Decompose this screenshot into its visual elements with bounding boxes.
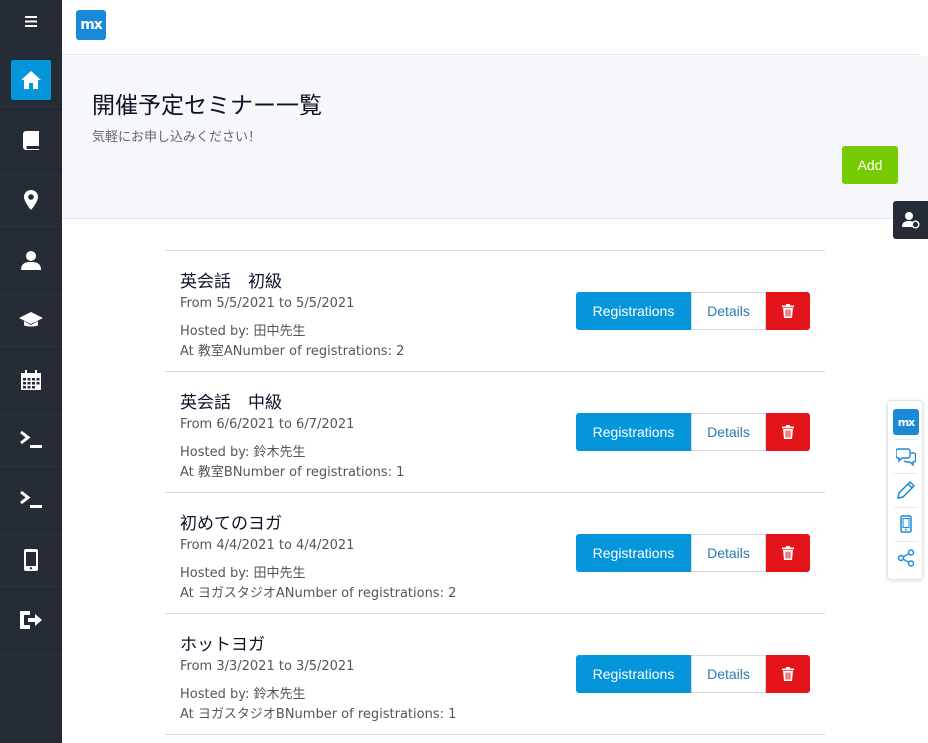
trash-icon xyxy=(782,425,794,439)
sidebar xyxy=(0,0,62,743)
trash-icon xyxy=(782,546,794,560)
top-bar: mx xyxy=(62,0,920,55)
sidebar-item-students[interactable] xyxy=(0,290,62,350)
mendix-logo-button[interactable]: mx xyxy=(893,409,919,435)
chat-bubbles-icon xyxy=(896,448,916,466)
app-logo[interactable]: mx xyxy=(76,10,106,40)
seminar-location: At ヨガスタジオBNumber of registrations: 1 xyxy=(180,707,457,722)
seminar-dates: From 3/3/2021 to 3/5/2021 xyxy=(180,659,355,674)
page-title: 開催予定セミナー一覧 xyxy=(92,93,322,119)
hamburger-icon xyxy=(25,15,37,27)
delete-button[interactable] xyxy=(766,413,810,451)
menu-toggle-button[interactable] xyxy=(0,0,62,42)
share-button[interactable] xyxy=(893,545,919,571)
list-item: ホットヨガ From 3/3/2021 to 3/5/2021 Hosted b… xyxy=(165,613,825,734)
feedback-button[interactable] xyxy=(893,443,919,469)
list-divider xyxy=(165,734,825,735)
trash-icon xyxy=(782,667,794,681)
seminar-dates: From 4/4/2021 to 4/4/2021 xyxy=(180,538,355,553)
user-switch-icon xyxy=(901,212,919,229)
toolbox-divider xyxy=(894,507,918,508)
home-icon xyxy=(21,70,41,89)
seminar-host: Hosted by: 田中先生 xyxy=(180,566,306,581)
sidebar-item-locations[interactable] xyxy=(0,170,62,230)
seminar-dates: From 6/6/2021 to 6/7/2021 xyxy=(180,417,355,432)
registrations-button[interactable]: Registrations xyxy=(576,413,691,451)
list-item: 初めてのヨガ From 4/4/2021 to 4/4/2021 Hosted … xyxy=(165,492,825,613)
mobile-icon xyxy=(900,515,912,533)
sidebar-item-seminars[interactable] xyxy=(0,110,62,170)
map-pin-icon xyxy=(24,189,38,210)
trash-icon xyxy=(782,304,794,318)
seminar-host: Hosted by: 鈴木先生 xyxy=(180,687,306,702)
seminar-host: Hosted by: 田中先生 xyxy=(180,324,306,339)
seminar-title: 初めてのヨガ xyxy=(180,514,282,534)
terminal-icon xyxy=(20,430,42,448)
seminar-location: At ヨガスタジオANumber of registrations: 2 xyxy=(180,586,457,601)
sidebar-item-logout[interactable] xyxy=(0,590,62,650)
edit-button[interactable] xyxy=(893,477,919,503)
details-button[interactable]: Details xyxy=(691,413,766,451)
registrations-button[interactable]: Registrations xyxy=(576,292,691,330)
details-button[interactable]: Details xyxy=(691,655,766,693)
mobile-icon xyxy=(24,548,38,571)
list-item: 英会話 中級 From 6/6/2021 to 6/7/2021 Hosted … xyxy=(165,371,825,492)
sidebar-item-mobile[interactable] xyxy=(0,530,62,590)
pencil-icon xyxy=(897,481,915,499)
graduation-cap-icon xyxy=(19,311,43,326)
calendar-icon xyxy=(21,369,41,390)
terminal-icon xyxy=(20,490,42,508)
toolbox-divider xyxy=(894,439,918,440)
list-item: 英会話 初級 From 5/5/2021 to 5/5/2021 Hosted … xyxy=(165,250,825,371)
toolbox-divider xyxy=(894,541,918,542)
details-button[interactable]: Details xyxy=(691,292,766,330)
delete-button[interactable] xyxy=(766,292,810,330)
toolbox-divider xyxy=(894,473,918,474)
page-subtitle: 気軽にお申し込みください！ xyxy=(92,130,262,145)
page-header: 開催予定セミナー一覧 気軽にお申し込みください！ Add xyxy=(62,56,928,219)
seminar-title: 英会話 中級 xyxy=(180,393,282,413)
sidebar-item-home[interactable] xyxy=(0,50,62,110)
sidebar-item-console-1[interactable] xyxy=(0,410,62,470)
registrations-button[interactable]: Registrations xyxy=(576,655,691,693)
seminar-host: Hosted by: 鈴木先生 xyxy=(180,445,306,460)
sidebar-item-calendar[interactable] xyxy=(0,350,62,410)
mobile-preview-button[interactable] xyxy=(893,511,919,537)
book-icon xyxy=(23,130,39,150)
delete-button[interactable] xyxy=(766,534,810,572)
logout-icon xyxy=(20,610,42,629)
user-icon xyxy=(21,250,41,270)
seminar-dates: From 5/5/2021 to 5/5/2021 xyxy=(180,296,355,311)
registrations-button[interactable]: Registrations xyxy=(576,534,691,572)
add-button[interactable]: Add xyxy=(842,146,898,184)
seminar-list: 英会話 初級 From 5/5/2021 to 5/5/2021 Hosted … xyxy=(165,250,825,735)
dev-toolbox: mx xyxy=(887,400,923,580)
seminar-title: 英会話 初級 xyxy=(180,272,282,292)
delete-button[interactable] xyxy=(766,655,810,693)
user-switcher-button[interactable] xyxy=(893,201,928,239)
seminar-title: ホットヨガ xyxy=(180,635,265,655)
seminar-location: At 教室ANumber of registrations: 2 xyxy=(180,344,405,359)
seminar-location: At 教室BNumber of registrations: 1 xyxy=(180,465,405,480)
sidebar-item-teachers[interactable] xyxy=(0,230,62,290)
sidebar-item-console-2[interactable] xyxy=(0,470,62,530)
share-icon xyxy=(897,549,915,567)
details-button[interactable]: Details xyxy=(691,534,766,572)
